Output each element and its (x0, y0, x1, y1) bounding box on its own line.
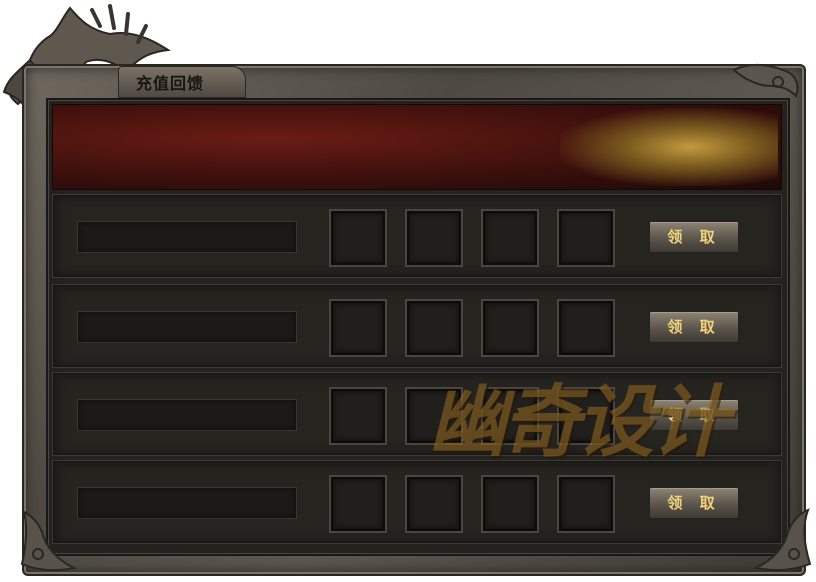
item-slot[interactable] (559, 211, 613, 265)
item-slot[interactable] (559, 477, 613, 531)
reward-row: 领 取 (52, 460, 782, 544)
reward-row: 领 取 (52, 284, 782, 368)
reward-name-field (77, 311, 297, 343)
item-slot[interactable] (483, 211, 537, 265)
item-slot[interactable] (331, 301, 385, 355)
item-slot[interactable] (407, 477, 461, 531)
treasure-image (560, 108, 778, 186)
watermark-text: 幽奇设计 (428, 377, 728, 468)
claim-button[interactable]: 领 取 (649, 221, 739, 253)
item-slot[interactable] (559, 301, 613, 355)
item-slot[interactable] (331, 389, 385, 443)
item-slot[interactable] (483, 477, 537, 531)
corner-ornament-icon (732, 64, 799, 98)
claim-button[interactable]: 领 取 (649, 311, 739, 343)
item-slot[interactable] (483, 301, 537, 355)
item-slot[interactable] (331, 477, 385, 531)
claim-button[interactable]: 领 取 (649, 487, 739, 519)
window-title: 充值回馈 (136, 74, 205, 93)
item-slot[interactable] (407, 211, 461, 265)
reward-row: 领 取 (52, 194, 782, 278)
corner-ornament-icon (752, 508, 812, 572)
reward-name-field (77, 487, 297, 519)
item-slot[interactable] (407, 301, 461, 355)
item-slot[interactable] (331, 211, 385, 265)
corner-ornament-icon (20, 510, 78, 572)
reward-name-field (77, 221, 297, 253)
reward-name-field (77, 399, 297, 431)
